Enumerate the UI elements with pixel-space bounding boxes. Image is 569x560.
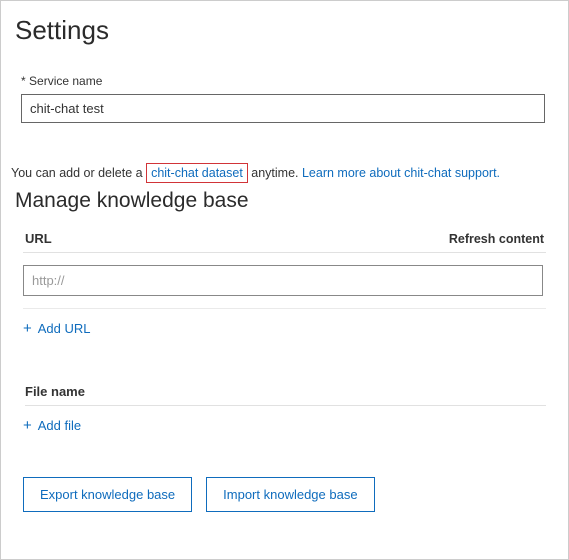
chit-chat-dataset-link[interactable]: chit-chat dataset (146, 163, 248, 183)
service-name-label: Service name (21, 74, 558, 88)
plus-icon: + (23, 321, 32, 336)
manage-kb-section: URL Refresh content + Add URL File name … (11, 231, 558, 435)
service-name-input[interactable] (21, 94, 545, 123)
url-input[interactable] (23, 265, 543, 296)
add-url-label: Add URL (38, 321, 91, 336)
plus-icon: + (23, 418, 32, 433)
hint-middle: anytime. (248, 166, 302, 180)
file-name-header: File name (25, 384, 546, 406)
add-file-button[interactable]: + Add file (23, 416, 81, 435)
refresh-content-header: Refresh content (449, 232, 544, 246)
url-column-header: URL (25, 231, 52, 246)
url-divider (23, 308, 546, 309)
footer-actions: Export knowledge base Import knowledge b… (23, 477, 558, 512)
import-kb-button[interactable]: Import knowledge base (206, 477, 374, 512)
url-header-row: URL Refresh content (23, 231, 546, 253)
add-url-button[interactable]: + Add URL (23, 319, 91, 338)
settings-panel: Settings Service name You can add or del… (1, 1, 568, 532)
chitchat-hint: You can add or delete a chit-chat datase… (11, 163, 558, 183)
add-file-label: Add file (38, 418, 81, 433)
page-title: Settings (15, 15, 558, 46)
hint-prefix: You can add or delete a (11, 166, 146, 180)
manage-kb-title: Manage knowledge base (15, 189, 558, 213)
export-kb-button[interactable]: Export knowledge base (23, 477, 192, 512)
learn-more-link[interactable]: Learn more about chit-chat support. (302, 166, 500, 180)
